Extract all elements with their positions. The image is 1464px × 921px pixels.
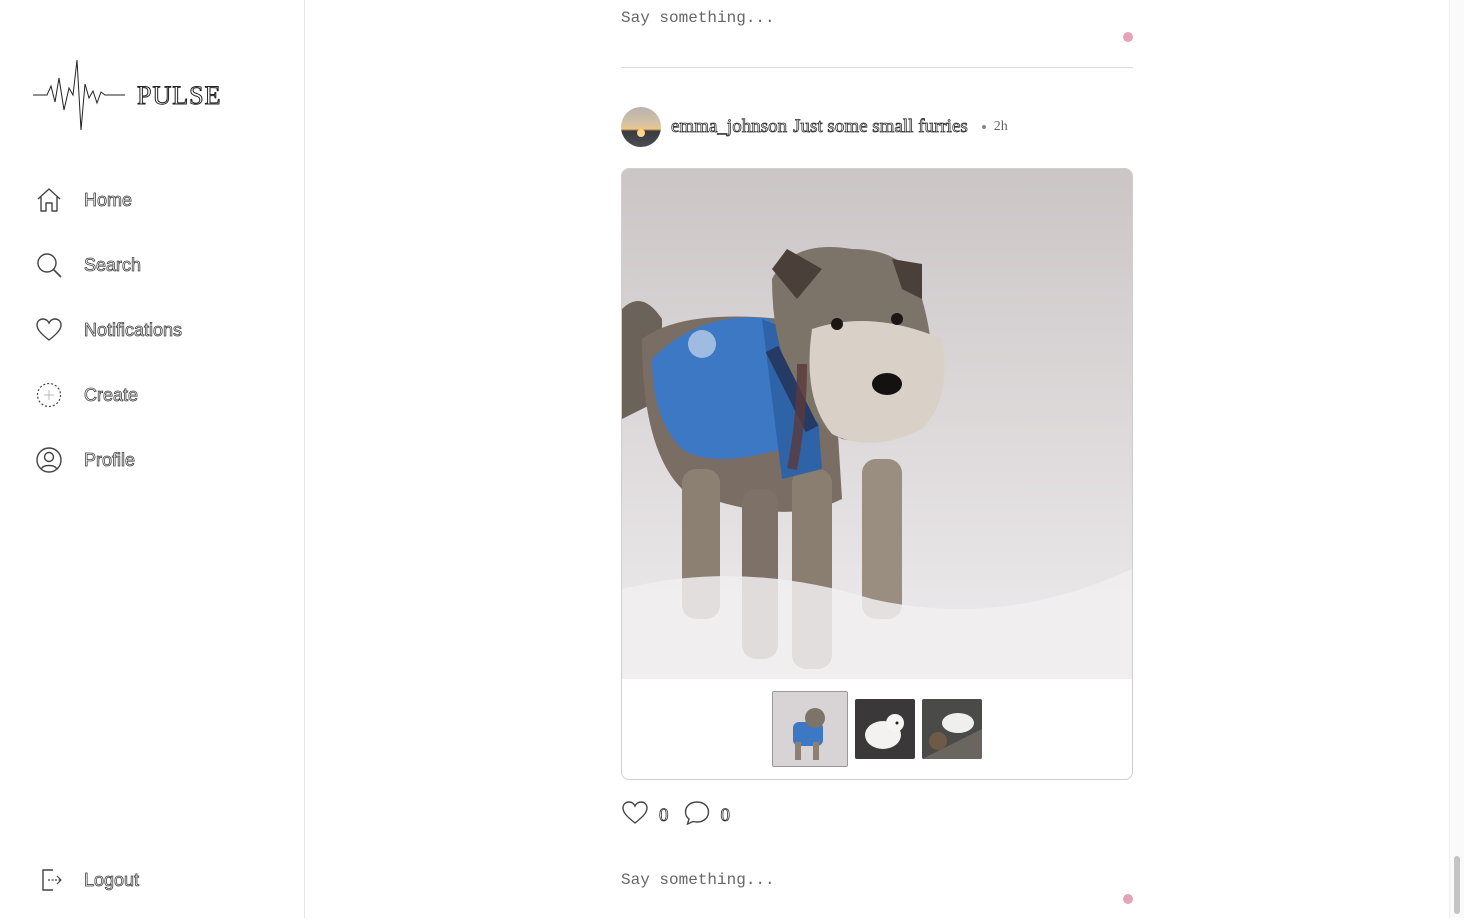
post-header: emma_johnson Just some small furries 2h [621,107,1008,147]
heart-icon [622,801,648,824]
comment-input[interactable]: Say something... [621,9,1133,59]
comment-placeholder: Say something... [621,9,775,27]
create-icon [34,380,64,410]
app-name: PULSE [136,81,222,111]
sidebar-item-profile[interactable]: Profile [34,445,135,475]
carousel-thumbnail[interactable] [772,691,848,767]
comment-placeholder: Say something... [621,871,775,889]
post-caption: Just some small furries [793,116,968,138]
comment-icon [684,801,709,826]
post-media-carousel [621,168,1133,780]
sidebar-item-label: Search [84,254,142,275]
comment-input[interactable]: Say something... [621,871,1133,921]
home-icon [34,185,64,215]
like-count: 0 [659,804,669,826]
sidebar-item-label: Notifications [84,319,183,340]
logout-button[interactable]: Logout [34,865,139,895]
comment-button[interactable] [683,799,711,832]
send-button[interactable] [1123,894,1133,904]
post-divider [621,67,1133,68]
sidebar-item-label: Home [84,189,133,210]
sidebar-item-search[interactable]: Search [34,250,141,280]
sidebar-item-label: Profile [84,449,136,470]
like-button[interactable] [621,799,649,832]
heart-icon [34,315,64,345]
post-time: 2h [993,119,1008,134]
send-button[interactable] [1123,32,1133,42]
post-actions: 0 0 [621,799,744,832]
carousel-thumbnails [622,691,1132,767]
search-icon [34,250,64,280]
scrollbar[interactable] [1449,0,1464,918]
post-image[interactable] [622,169,1132,679]
sidebar: PULSE Home Search Notifications Create P… [0,0,305,918]
sidebar-item-create[interactable]: Create [34,380,138,410]
carousel-thumbnail[interactable] [922,699,982,759]
sidebar-item-label: Logout [84,869,140,890]
sidebar-item-home[interactable]: Home [34,185,132,215]
carousel-thumbnail[interactable] [855,699,915,759]
logout-icon [34,865,64,895]
separator-dot [981,125,986,129]
feed: Say something... emma_johnson Just some … [305,0,1450,918]
sidebar-item-label: Create [84,384,139,405]
logo[interactable]: PULSE [33,58,221,132]
sidebar-item-notifications[interactable]: Notifications [34,315,182,345]
pulse-logo-icon [33,59,125,131]
comment-count: 0 [720,804,730,826]
avatar[interactable] [621,107,661,147]
scrollbar-thumb[interactable] [1454,856,1460,914]
post-username[interactable]: emma_johnson [671,116,788,138]
profile-icon [34,445,64,475]
